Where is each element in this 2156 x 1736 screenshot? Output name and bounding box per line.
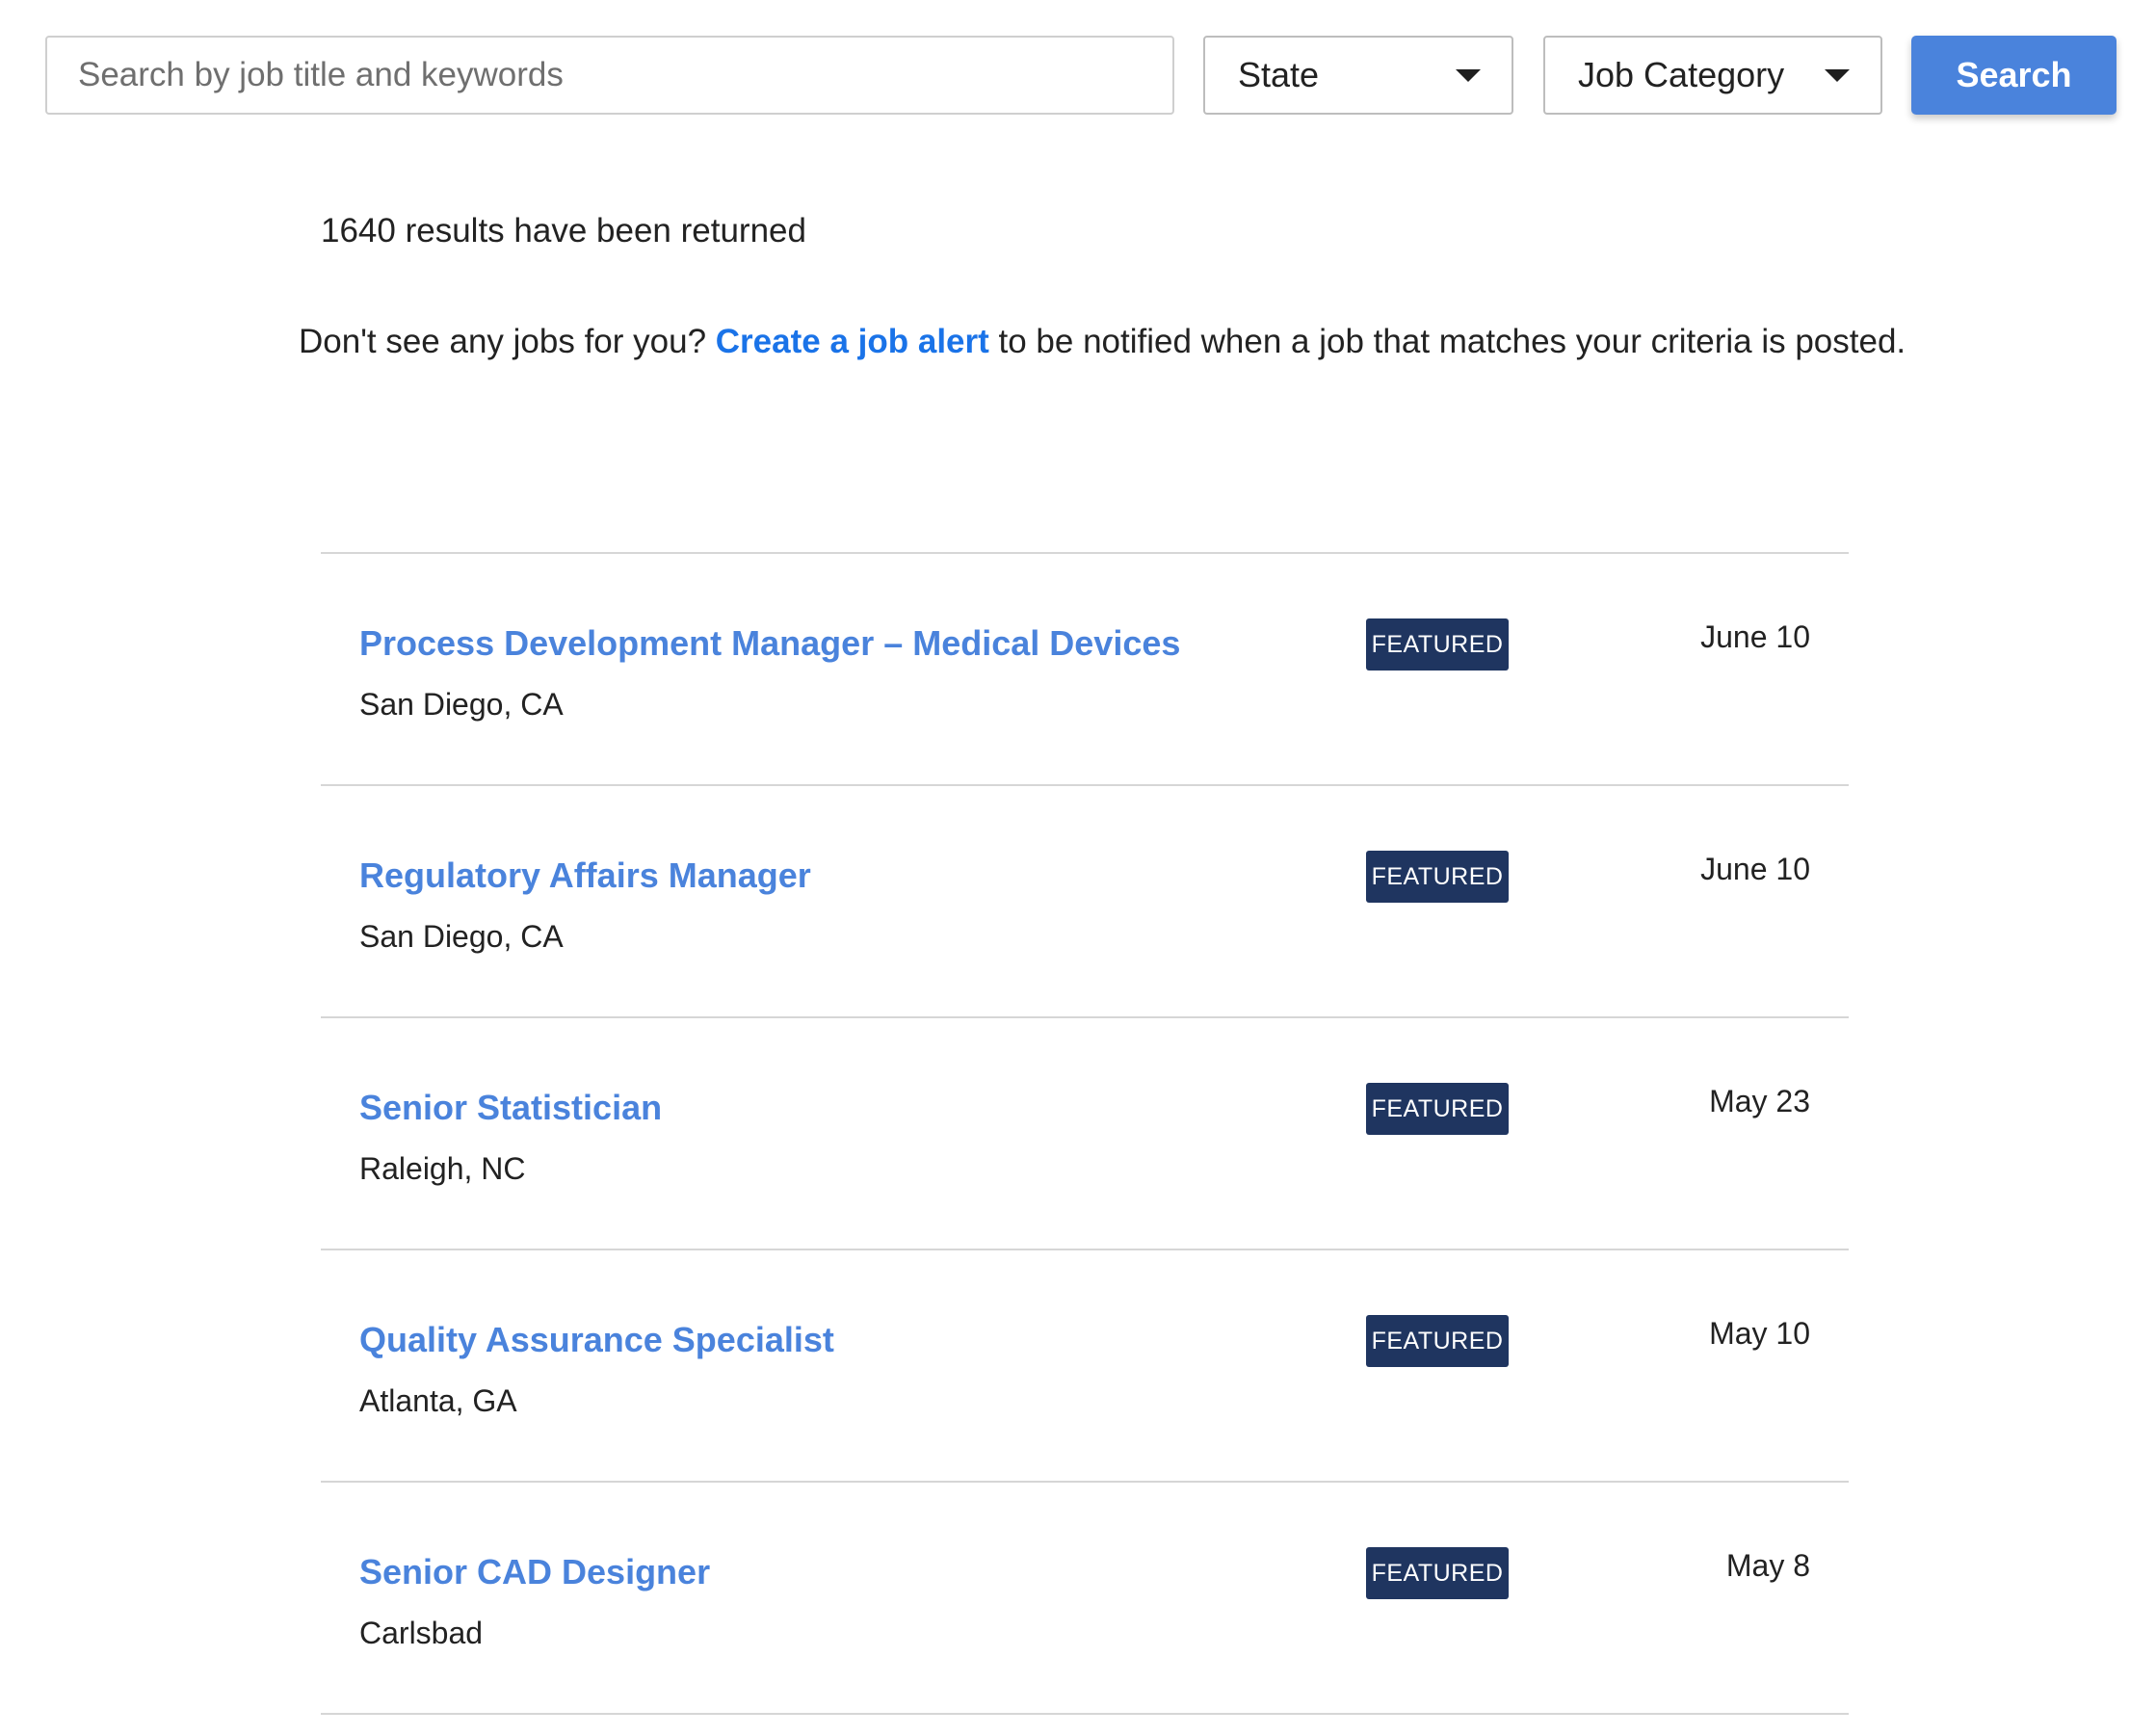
job-date: June 10 [1700,619,1810,654]
chevron-down-icon [1456,69,1481,82]
search-button[interactable]: Search [1911,36,2117,115]
job-row: Regulatory Affairs Manager San Diego, CA… [321,786,1849,1018]
job-date: May 23 [1709,1084,1810,1118]
job-row: Quality Assurance Specialist Atlanta, GA… [321,1250,1849,1483]
job-title-link[interactable]: Senior CAD Designer [359,1552,710,1592]
job-date: May 10 [1709,1316,1810,1351]
job-location: Raleigh, NC [359,1151,526,1186]
state-select[interactable]: State [1203,36,1513,115]
featured-badge: FEATURED [1366,851,1509,903]
job-list: Process Development Manager – Medical De… [321,552,1849,1715]
job-title-link[interactable]: Senior Statistician [359,1088,662,1128]
job-alert-prefix: Don't see any jobs for you? [299,323,716,360]
job-title-link[interactable]: Regulatory Affairs Manager [359,855,811,896]
job-row: Process Development Manager – Medical De… [321,554,1849,786]
create-job-alert-link[interactable]: Create a job alert [716,323,989,360]
job-location: Atlanta, GA [359,1383,517,1418]
job-location: San Diego, CA [359,919,564,954]
state-select-label: State [1238,55,1320,94]
job-alert-suffix: to be notified when a job that matches y… [988,323,1906,360]
featured-badge: FEATURED [1366,1547,1509,1599]
featured-badge: FEATURED [1366,618,1509,671]
results-count: 1640 results have been returned [321,212,806,250]
job-row: Senior CAD Designer Carlsbad FEATURED Ma… [321,1483,1849,1715]
job-category-select-label: Job Category [1578,55,1785,94]
job-category-select[interactable]: Job Category [1543,36,1882,115]
job-alert-prompt: Don't see any jobs for you? Create a job… [299,323,1906,361]
featured-badge: FEATURED [1366,1083,1509,1135]
search-input[interactable] [45,36,1174,115]
search-bar: State Job Category Search [45,36,2117,115]
job-row: Senior Statistician Raleigh, NC FEATURED… [321,1018,1849,1250]
featured-badge: FEATURED [1366,1315,1509,1367]
job-location: Carlsbad [359,1616,484,1650]
job-location: San Diego, CA [359,687,564,722]
job-date: June 10 [1700,852,1810,886]
job-title-link[interactable]: Process Development Manager – Medical De… [359,623,1180,664]
chevron-down-icon [1825,69,1850,82]
job-date: May 8 [1725,1548,1810,1583]
job-title-link[interactable]: Quality Assurance Specialist [359,1320,834,1360]
